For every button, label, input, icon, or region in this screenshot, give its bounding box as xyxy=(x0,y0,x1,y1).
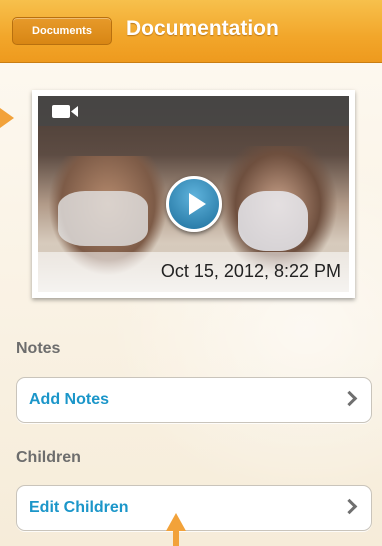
edit-children-row[interactable]: Edit Children xyxy=(16,485,372,531)
video-timestamp: Oct 15, 2012, 8:22 PM xyxy=(38,252,349,292)
navigation-bar: Documents Documentation xyxy=(0,0,382,63)
video-thumbnail-card[interactable]: Oct 15, 2012, 8:22 PM xyxy=(32,90,355,298)
video-frame[interactable]: Oct 15, 2012, 8:22 PM xyxy=(38,96,349,292)
pointer-arrow-icon xyxy=(0,108,14,128)
video-scene-detail xyxy=(58,191,148,246)
page-title: Documentation xyxy=(126,17,279,40)
play-icon[interactable] xyxy=(166,176,222,232)
back-button-label: Documents xyxy=(32,25,92,37)
video-camera-icon xyxy=(52,105,78,118)
pointer-arrow-icon xyxy=(166,513,186,546)
edit-children-label: Edit Children xyxy=(29,499,129,516)
add-notes-row[interactable]: Add Notes xyxy=(16,377,372,423)
chevron-right-icon xyxy=(341,498,358,515)
back-button[interactable]: Documents xyxy=(12,17,112,45)
chevron-right-icon xyxy=(341,390,358,407)
children-section-label: Children xyxy=(16,449,81,466)
notes-section-label: Notes xyxy=(16,340,61,357)
video-header-bar xyxy=(38,96,349,126)
video-scene-detail xyxy=(238,191,308,251)
add-notes-label: Add Notes xyxy=(29,391,109,408)
content-area: Oct 15, 2012, 8:22 PM xyxy=(0,63,382,546)
